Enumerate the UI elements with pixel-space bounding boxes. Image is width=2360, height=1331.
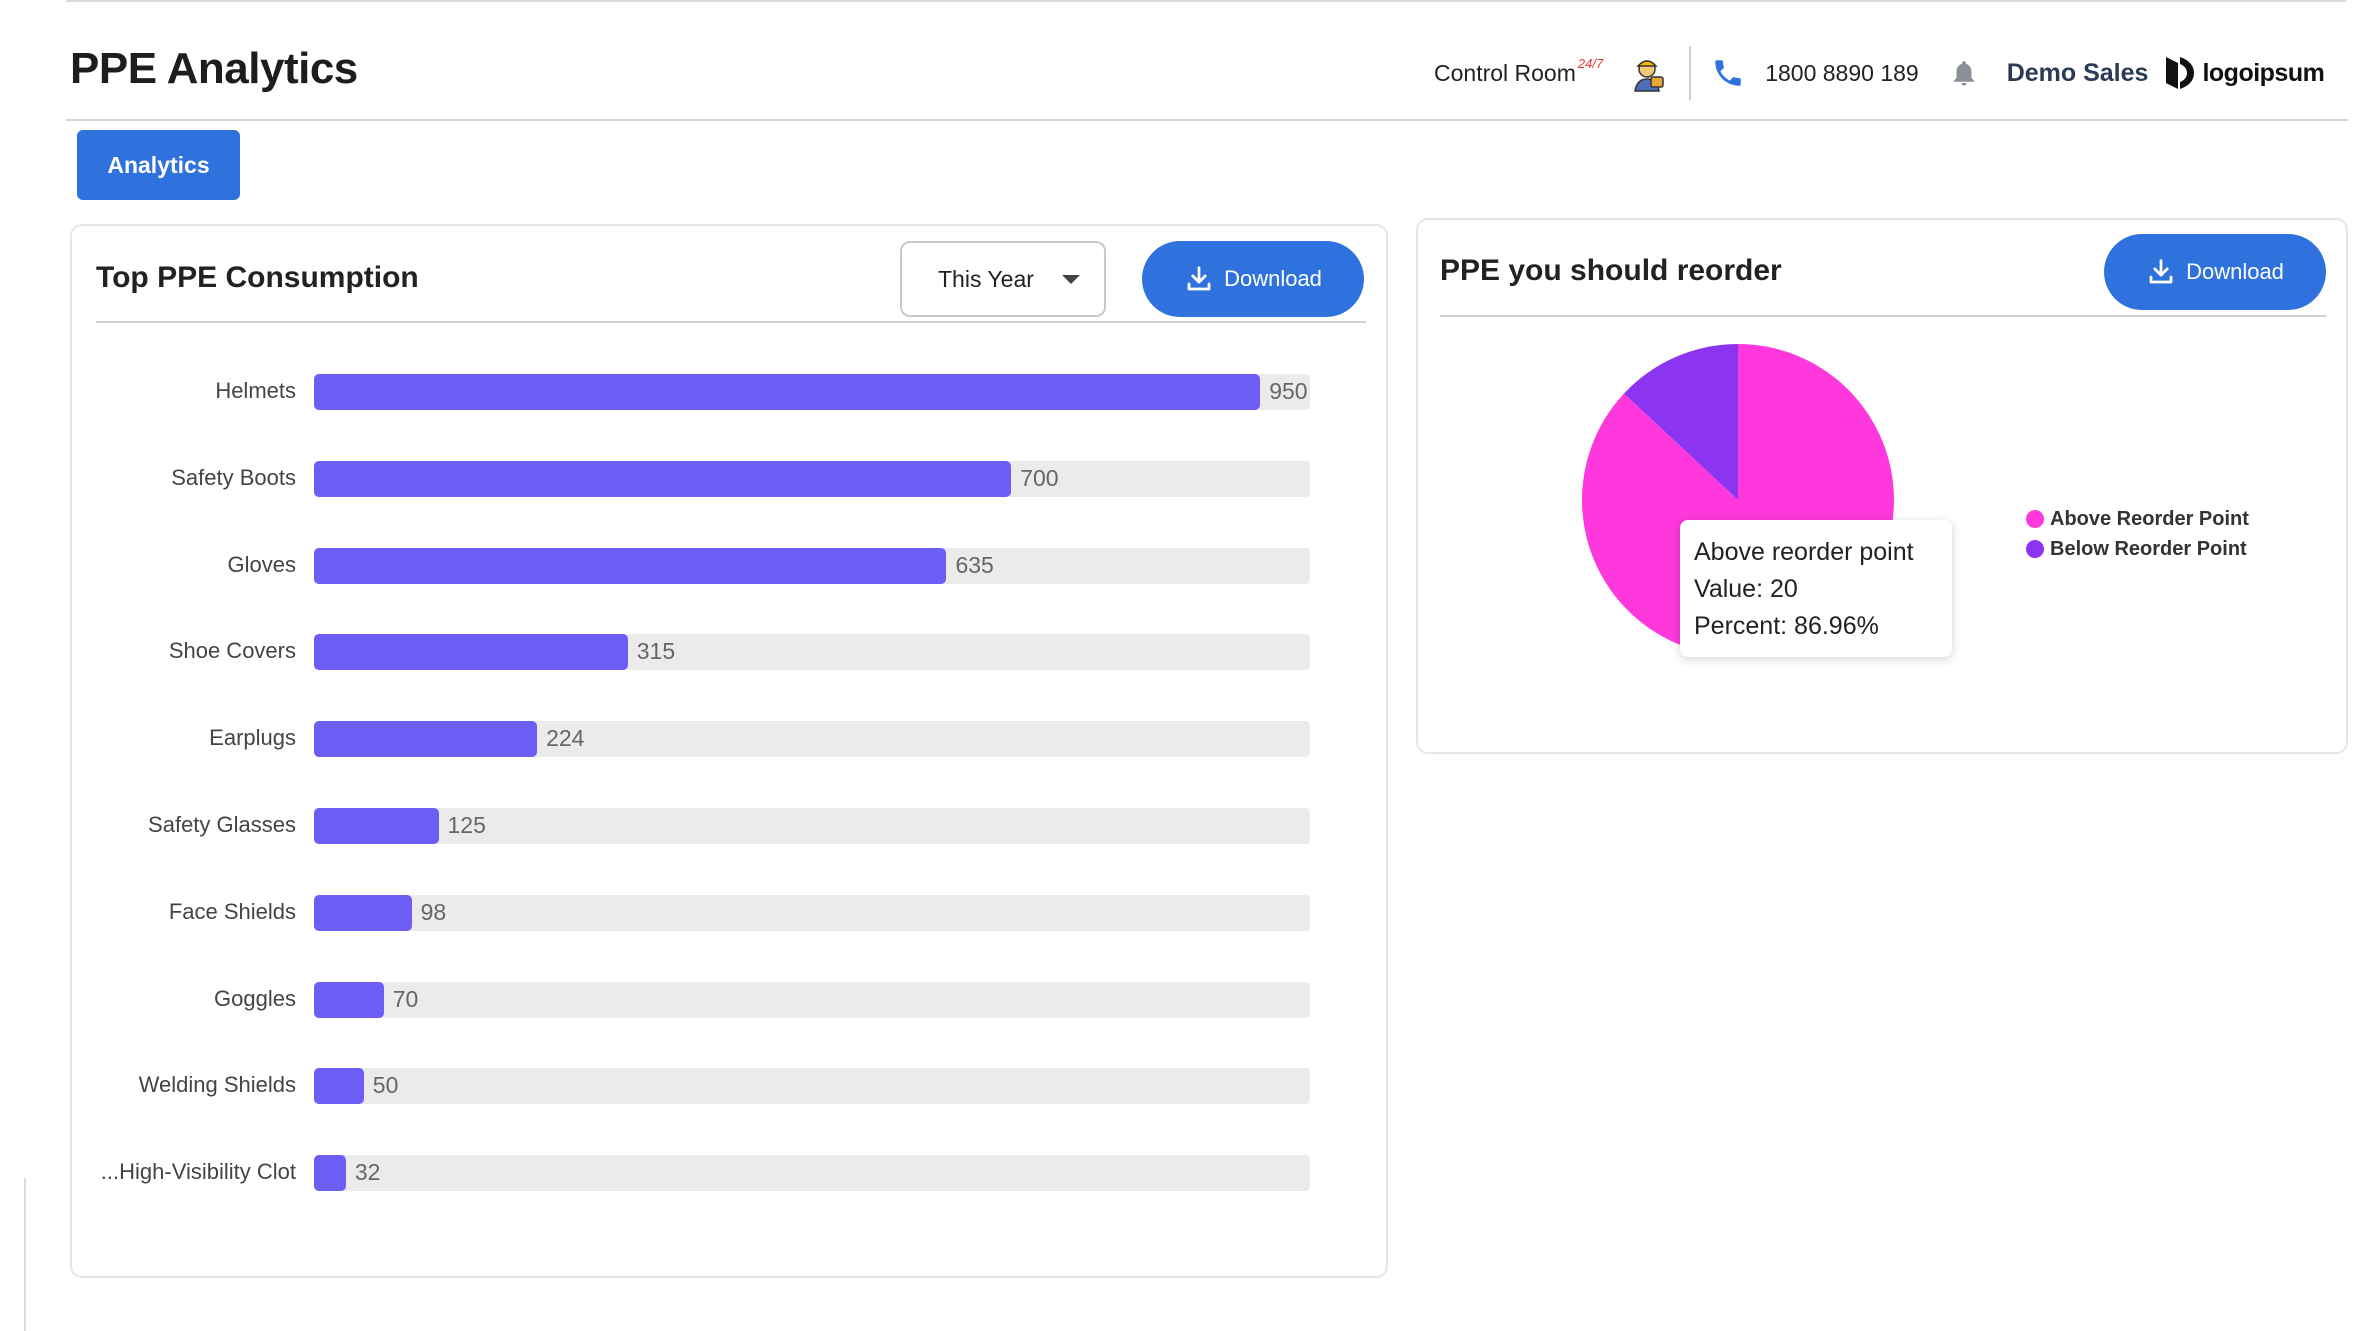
logo: logoipsum xyxy=(2162,54,2325,92)
bar-row[interactable]: Shoe Covers 315 xyxy=(72,634,1386,671)
bar-track xyxy=(314,1068,1310,1105)
bar-value-label: 32 xyxy=(354,1159,381,1186)
download-label: Download xyxy=(2186,259,2284,284)
bar-track xyxy=(314,1155,1310,1192)
legend-color-dot xyxy=(2026,540,2044,558)
download-button[interactable]: Download xyxy=(2104,234,2326,310)
bar-row[interactable]: Safety Boots 700 xyxy=(72,460,1386,497)
bar-category-label: Safety Glasses xyxy=(148,812,296,837)
consumption-bar-chart: Helmets 950 Safety Boots 700 Gloves 635 Shoe C… xyxy=(72,226,1386,1276)
page-title: PPE Analytics xyxy=(70,44,358,93)
bar-value-label: 635 xyxy=(955,551,994,578)
bar-track xyxy=(314,547,1310,584)
legend-label: Below Reorder Point xyxy=(2050,537,2247,560)
bar[interactable] xyxy=(314,374,1261,410)
bar-value-label: 50 xyxy=(372,1072,399,1099)
left-edge-divider xyxy=(24,1178,26,1331)
bar-row[interactable]: Helmets 950 xyxy=(72,374,1386,410)
bar-track xyxy=(314,634,1310,671)
bar-row[interactable]: Earplugs 224 xyxy=(72,721,1386,758)
bar-category-label: Goggles xyxy=(214,985,296,1011)
tooltip-title: Above reorder point xyxy=(1694,538,1914,566)
bar[interactable] xyxy=(314,1155,346,1192)
bar-value-label: 700 xyxy=(1020,464,1059,491)
bar[interactable] xyxy=(314,634,628,671)
bar-value-label: 315 xyxy=(636,638,676,665)
header-separator xyxy=(1689,46,1692,100)
bar-row[interactable]: Gloves 635 xyxy=(72,547,1386,584)
bar[interactable] xyxy=(314,721,538,758)
tooltip-value: Value: 20 xyxy=(1694,575,1798,603)
logo-text: logoipsum xyxy=(2202,58,2325,87)
bar-category-label: Gloves xyxy=(227,551,296,577)
bar-value-label: 98 xyxy=(420,898,447,925)
bell-icon[interactable] xyxy=(1949,57,1979,89)
bar-category-label: Face Shields xyxy=(168,898,296,924)
bar-value-label: 125 xyxy=(447,812,486,838)
bar-row[interactable]: Welding Shields 50 xyxy=(72,1068,1386,1105)
bar-track xyxy=(314,374,1310,410)
logo-mark-icon xyxy=(2166,57,2195,89)
control-room-label: Control Room xyxy=(1434,59,1576,86)
card-divider xyxy=(1440,315,2326,317)
bar-row[interactable]: High-Visibility Clot... 32 xyxy=(72,1155,1386,1192)
control-room-badge: 24/7 xyxy=(1577,55,1604,71)
bar-category-label: Helmets xyxy=(215,378,296,403)
pie-tooltip: Above reorder point Value: 20 Percent: 8… xyxy=(1680,520,1952,657)
bar-value-label: 224 xyxy=(546,725,585,752)
legend-label: Above Reorder Point xyxy=(2050,507,2249,530)
bar-row[interactable]: Face Shields 98 xyxy=(72,894,1386,931)
control-room-link[interactable]: Control Room 24/7 xyxy=(1434,56,1603,87)
bar[interactable] xyxy=(314,894,412,931)
header-toolbar: Control Room 24/7 1800 8890 189 Demo Sale… xyxy=(1434,46,2325,100)
bar-row[interactable]: Goggles 70 xyxy=(72,981,1386,1018)
bar-category-label: High-Visibility Clot... xyxy=(100,1159,296,1185)
phone-number[interactable]: 1800 8890 189 xyxy=(1765,60,1919,87)
legend-color-dot xyxy=(2026,510,2044,528)
tooltip-percent: Percent: 86.96% xyxy=(1694,612,1879,640)
reorder-card: PPE you should reorder Download Above re… xyxy=(1416,218,2348,754)
bar-category-label: Earplugs xyxy=(209,725,296,751)
user-name[interactable]: Demo Sales xyxy=(2007,59,2149,88)
bar-row[interactable]: Safety Glasses 125 xyxy=(72,808,1386,844)
bar[interactable] xyxy=(314,460,1012,497)
pie-legend: Above Reorder Point Below Reorder Point xyxy=(2026,504,2249,564)
worker-icon[interactable] xyxy=(1627,53,1667,93)
bar-track xyxy=(314,894,1310,931)
bar[interactable] xyxy=(314,1068,364,1105)
card-title: PPE you should reorder xyxy=(1440,254,1782,287)
tab-analytics[interactable]: Analytics xyxy=(77,130,240,200)
header-divider xyxy=(66,119,2348,121)
bar-category-label: Welding Shields xyxy=(138,1072,296,1098)
bar-value-label: 950 xyxy=(1269,378,1308,404)
legend-item[interactable]: Above Reorder Point xyxy=(2026,504,2249,534)
bar-category-label: Safety Boots xyxy=(171,464,296,490)
legend-item[interactable]: Below Reorder Point xyxy=(2026,534,2249,564)
bar-track xyxy=(314,721,1310,758)
bar[interactable] xyxy=(314,547,947,584)
bar-value-label: 70 xyxy=(392,985,419,1012)
top-ppe-consumption-card: Top PPE Consumption This Year Download H… xyxy=(70,224,1388,1278)
bar[interactable] xyxy=(314,808,439,844)
bar[interactable] xyxy=(314,981,384,1018)
bar-track xyxy=(314,460,1310,497)
download-icon xyxy=(2149,259,2173,284)
phone-icon[interactable] xyxy=(1711,56,1745,90)
bar-category-label: Shoe Covers xyxy=(168,638,296,664)
top-divider xyxy=(66,0,2346,2)
bar-track xyxy=(314,981,1310,1018)
